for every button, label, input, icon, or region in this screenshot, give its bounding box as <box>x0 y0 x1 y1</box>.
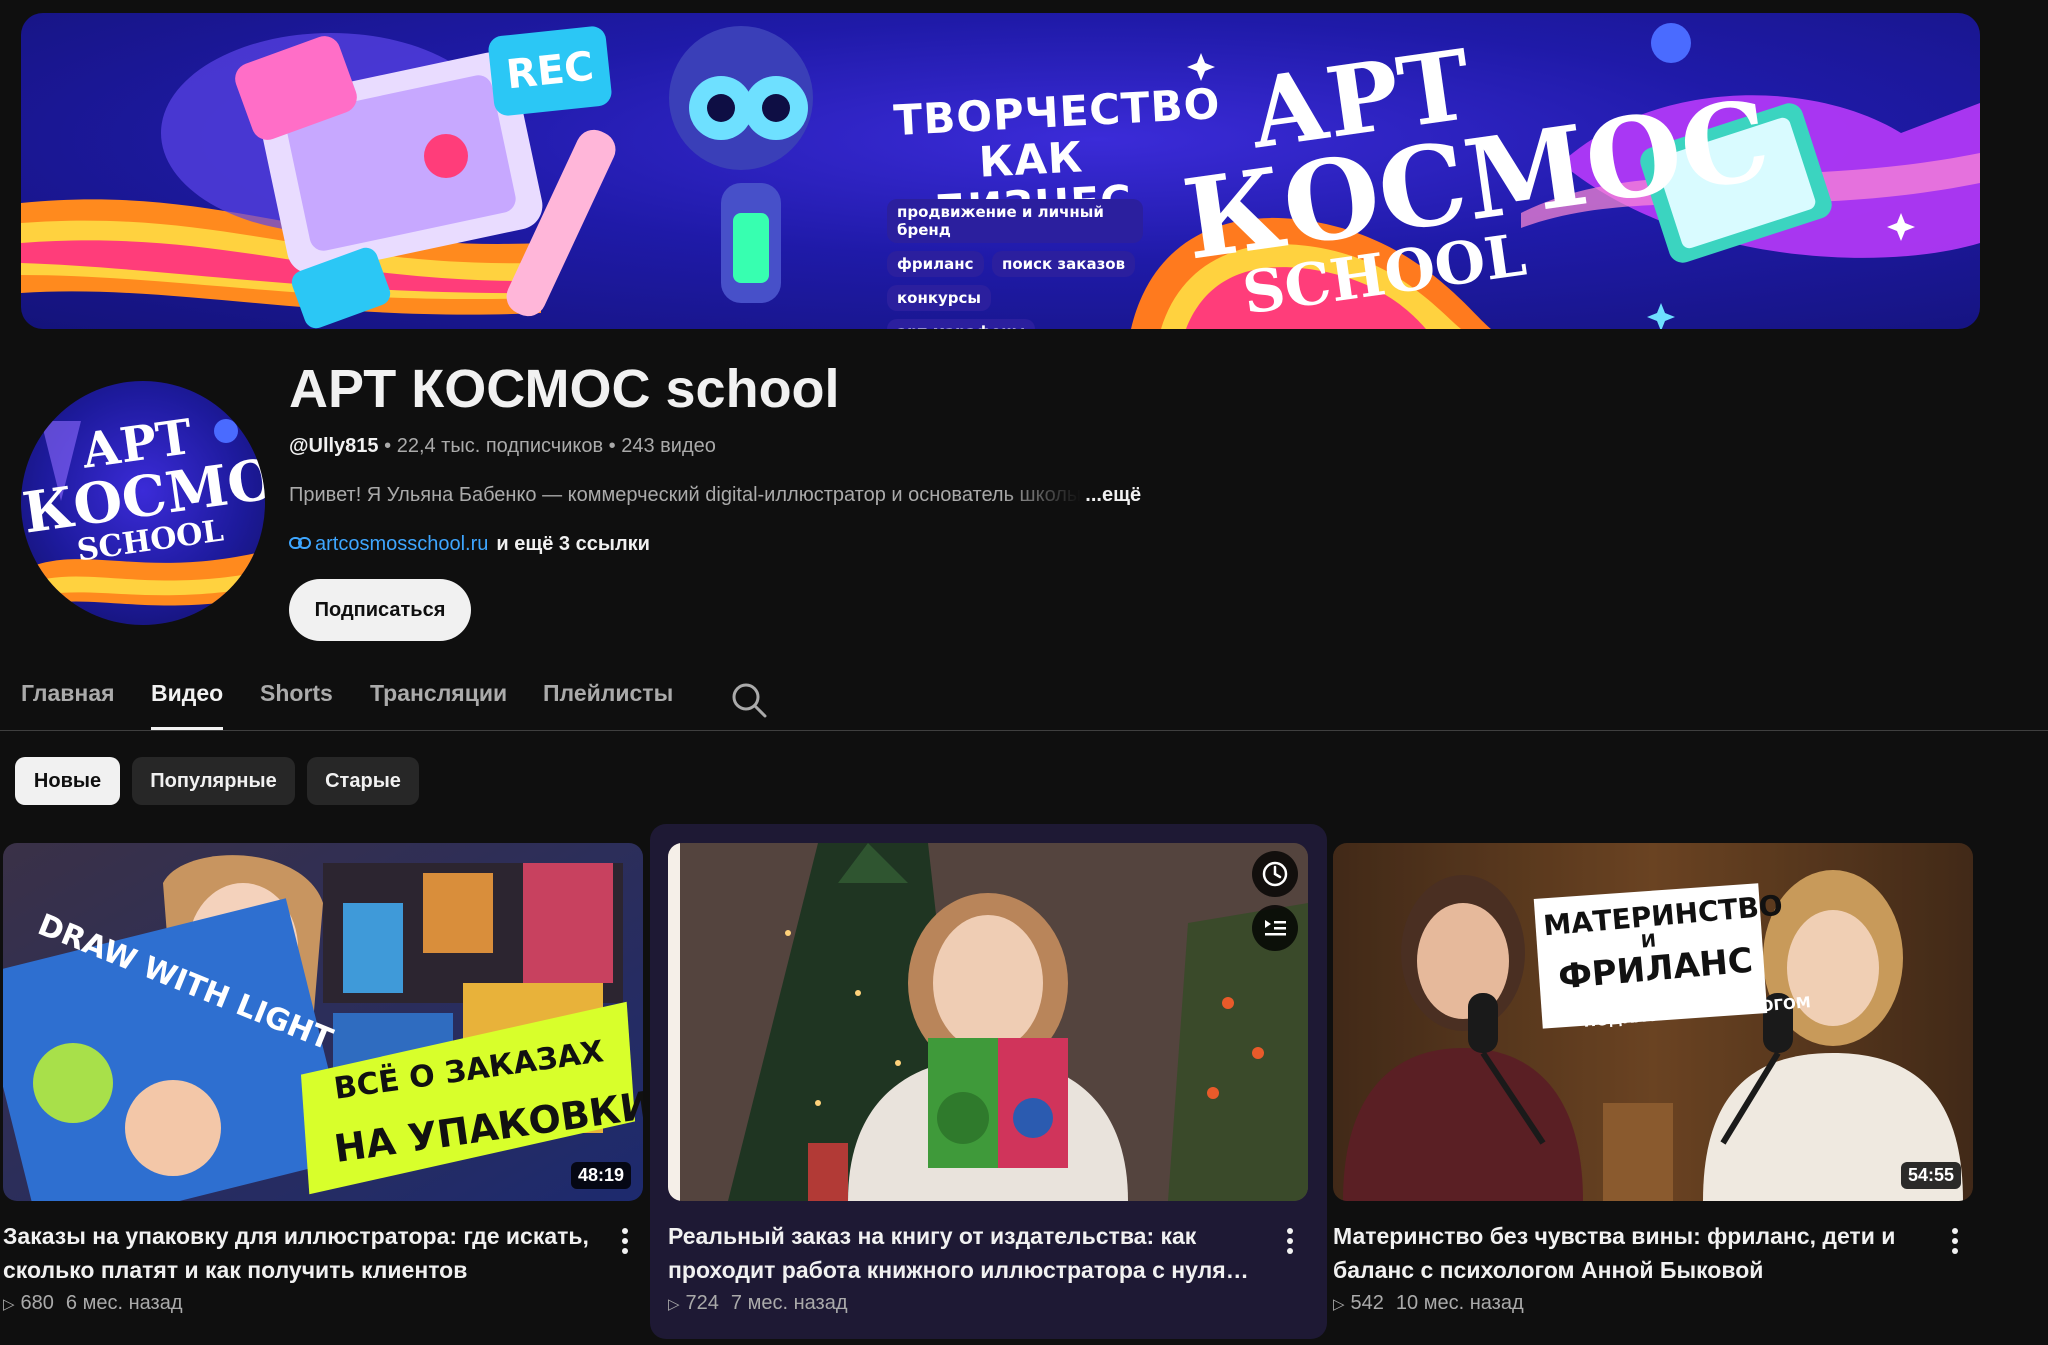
channel-handle[interactable]: @Ully815 <box>289 435 379 457</box>
channel-link[interactable]: artcosmosschool.ru <box>315 533 488 555</box>
banner-logo: АРТ КОСМОС SCHOOL <box>1165 28 1777 329</box>
tabs-divider <box>0 730 2048 731</box>
banner-tag: продвижение и личный бренд <box>887 199 1143 243</box>
video-thumbnail[interactable]: DRAW WITH LIGHT ВСЁ О ЗАКАЗАХ НА УПАКОВК… <box>3 843 643 1201</box>
video-duration: 54:55 <box>1900 1162 1961 1189</box>
chip-newest[interactable]: Новые <box>15 757 120 805</box>
play-icon: ▷ <box>1333 1296 1345 1313</box>
description-more-button[interactable]: ...ещё <box>1085 484 1141 506</box>
subscribe-button[interactable]: Подписаться <box>289 579 471 641</box>
channel-links: artcosmosschool.ru и ещё 3 ссылки <box>289 533 650 556</box>
video-card[interactable]: DRAW WITH LIGHT ВСЁ О ЗАКАЗАХ НА УПАКОВК… <box>3 843 643 1323</box>
add-to-queue-icon[interactable] <box>1252 905 1298 951</box>
tab-videos[interactable]: Видео <box>151 680 224 730</box>
video-card[interactable]: МАТЕРИНСТВО И ФРИЛАНС ПОДКАСТ С ПСИХОЛОГ… <box>1333 843 1973 1323</box>
tab-shorts[interactable]: Shorts <box>260 680 333 730</box>
more-links-button[interactable]: и ещё 3 ссылки <box>496 533 650 555</box>
video-title[interactable]: Заказы на упаковку для иллюстратора: где… <box>3 1219 593 1287</box>
view-count: 542 <box>1350 1292 1384 1314</box>
banner-tag: поиск заказов <box>991 251 1136 277</box>
meta-separator: • <box>384 435 392 457</box>
video-stats: ▷ 542 10 мес. назад <box>1333 1292 1524 1315</box>
play-icon: ▷ <box>3 1296 15 1313</box>
video-thumbnail[interactable] <box>668 843 1308 1201</box>
watch-later-icon[interactable] <box>1252 851 1298 897</box>
tab-playlists[interactable]: Плейлисты <box>543 680 673 730</box>
video-stats: ▷ 724 7 мес. назад <box>668 1292 848 1315</box>
video-count: 243 видео <box>621 435 716 457</box>
more-vert-icon[interactable] <box>1937 1223 1973 1259</box>
channel-description[interactable]: Привет! Я Ульяна Бабенко — коммерческий … <box>289 484 1141 507</box>
upload-age: 10 мес. назад <box>1395 1292 1524 1314</box>
channel-avatar[interactable]: АРТ КОСМОС SCHOOL <box>21 381 265 625</box>
video-stats: ▷ 680 6 мес. назад <box>3 1292 183 1315</box>
channel-meta: @Ully815 • 22,4 тыс. подписчиков • 243 в… <box>289 435 716 458</box>
upload-age: 7 мес. назад <box>730 1292 848 1314</box>
play-icon: ▷ <box>668 1296 680 1313</box>
subscriber-count: 22,4 тыс. подписчиков <box>396 435 604 457</box>
video-thumbnail[interactable]: МАТЕРИНСТВО И ФРИЛАНС ПОДКАСТ С ПСИХОЛОГ… <box>1333 843 1973 1201</box>
description-text: Привет! Я Ульяна Бабенко — коммерческий … <box>289 484 1082 506</box>
rec-badge: REC <box>487 25 613 117</box>
banner-tag: фриланс <box>887 251 984 277</box>
banner-tag: конкурсы <box>887 285 992 311</box>
meta-separator: • <box>608 435 616 457</box>
view-count: 724 <box>685 1292 719 1314</box>
search-icon[interactable] <box>729 680 769 720</box>
video-title[interactable]: Материнство без чувства вины: фриланс, д… <box>1333 1219 1923 1287</box>
link-icon <box>289 533 311 556</box>
channel-banner: REC ТВОРЧЕСТВО КАК БИЗНЕС продвижение и … <box>21 13 1980 329</box>
video-duration: 48:19 <box>570 1162 631 1189</box>
channel-name: АРТ КОСМОС school <box>289 359 840 419</box>
banner-tag: арт-марафоны <box>887 319 1036 329</box>
more-vert-icon[interactable] <box>1272 1223 1308 1259</box>
tab-home[interactable]: Главная <box>21 680 115 730</box>
video-title[interactable]: Реальный заказ на книгу от издательства:… <box>668 1219 1258 1287</box>
chip-popular[interactable]: Популярные <box>132 757 295 805</box>
tab-live[interactable]: Трансляции <box>370 680 507 730</box>
view-count: 680 <box>20 1292 54 1314</box>
video-card[interactable]: Реальный заказ на книгу от издательства:… <box>668 843 1308 1323</box>
upload-age: 6 мес. назад <box>65 1292 183 1314</box>
banner-tags: продвижение и личный бренд фриланс поиск… <box>887 199 1147 329</box>
more-vert-icon[interactable] <box>607 1223 643 1259</box>
channel-page: REC ТВОРЧЕСТВО КАК БИЗНЕС продвижение и … <box>0 0 2048 1345</box>
chip-oldest[interactable]: Старые <box>307 757 419 805</box>
thumbnail-art <box>668 843 1308 1201</box>
